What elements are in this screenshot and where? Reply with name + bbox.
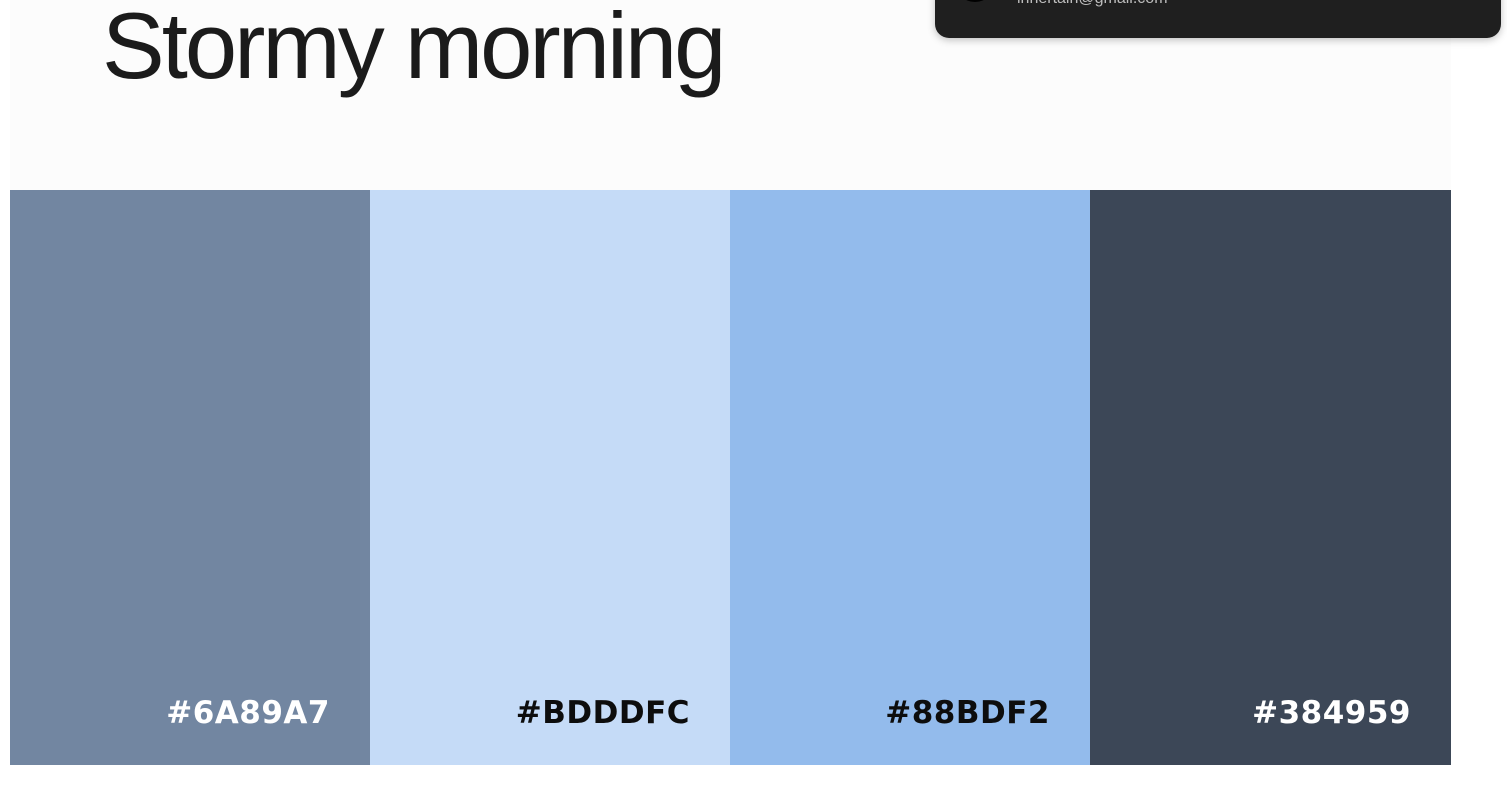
palette-card: Stormy morning #6A89A7 #BDDDFC #88BDF2 #… — [10, 0, 1451, 765]
swatch-hex-label: #88BDF2 — [885, 695, 1050, 731]
color-swatch[interactable]: #88BDF2 — [730, 190, 1090, 765]
avatar-icon — [955, 0, 995, 2]
swatch-hex-label: #384959 — [1252, 695, 1411, 731]
account-email: innertain@gmail.com — [1017, 0, 1168, 8]
swatch-hex-label: #BDDDFC — [515, 695, 690, 731]
account-notification[interactable]: innertain@gmail.com — [935, 0, 1501, 38]
color-swatch[interactable]: #BDDDFC — [370, 190, 730, 765]
color-swatch[interactable]: #384959 — [1090, 190, 1451, 765]
color-swatch[interactable]: #6A89A7 — [10, 190, 370, 765]
swatch-row: #6A89A7 #BDDDFC #88BDF2 #384959 — [10, 190, 1451, 765]
screen: Stormy morning #6A89A7 #BDDDFC #88BDF2 #… — [0, 0, 1507, 797]
swatch-hex-label: #6A89A7 — [166, 695, 330, 731]
palette-title: Stormy morning — [102, 0, 726, 98]
